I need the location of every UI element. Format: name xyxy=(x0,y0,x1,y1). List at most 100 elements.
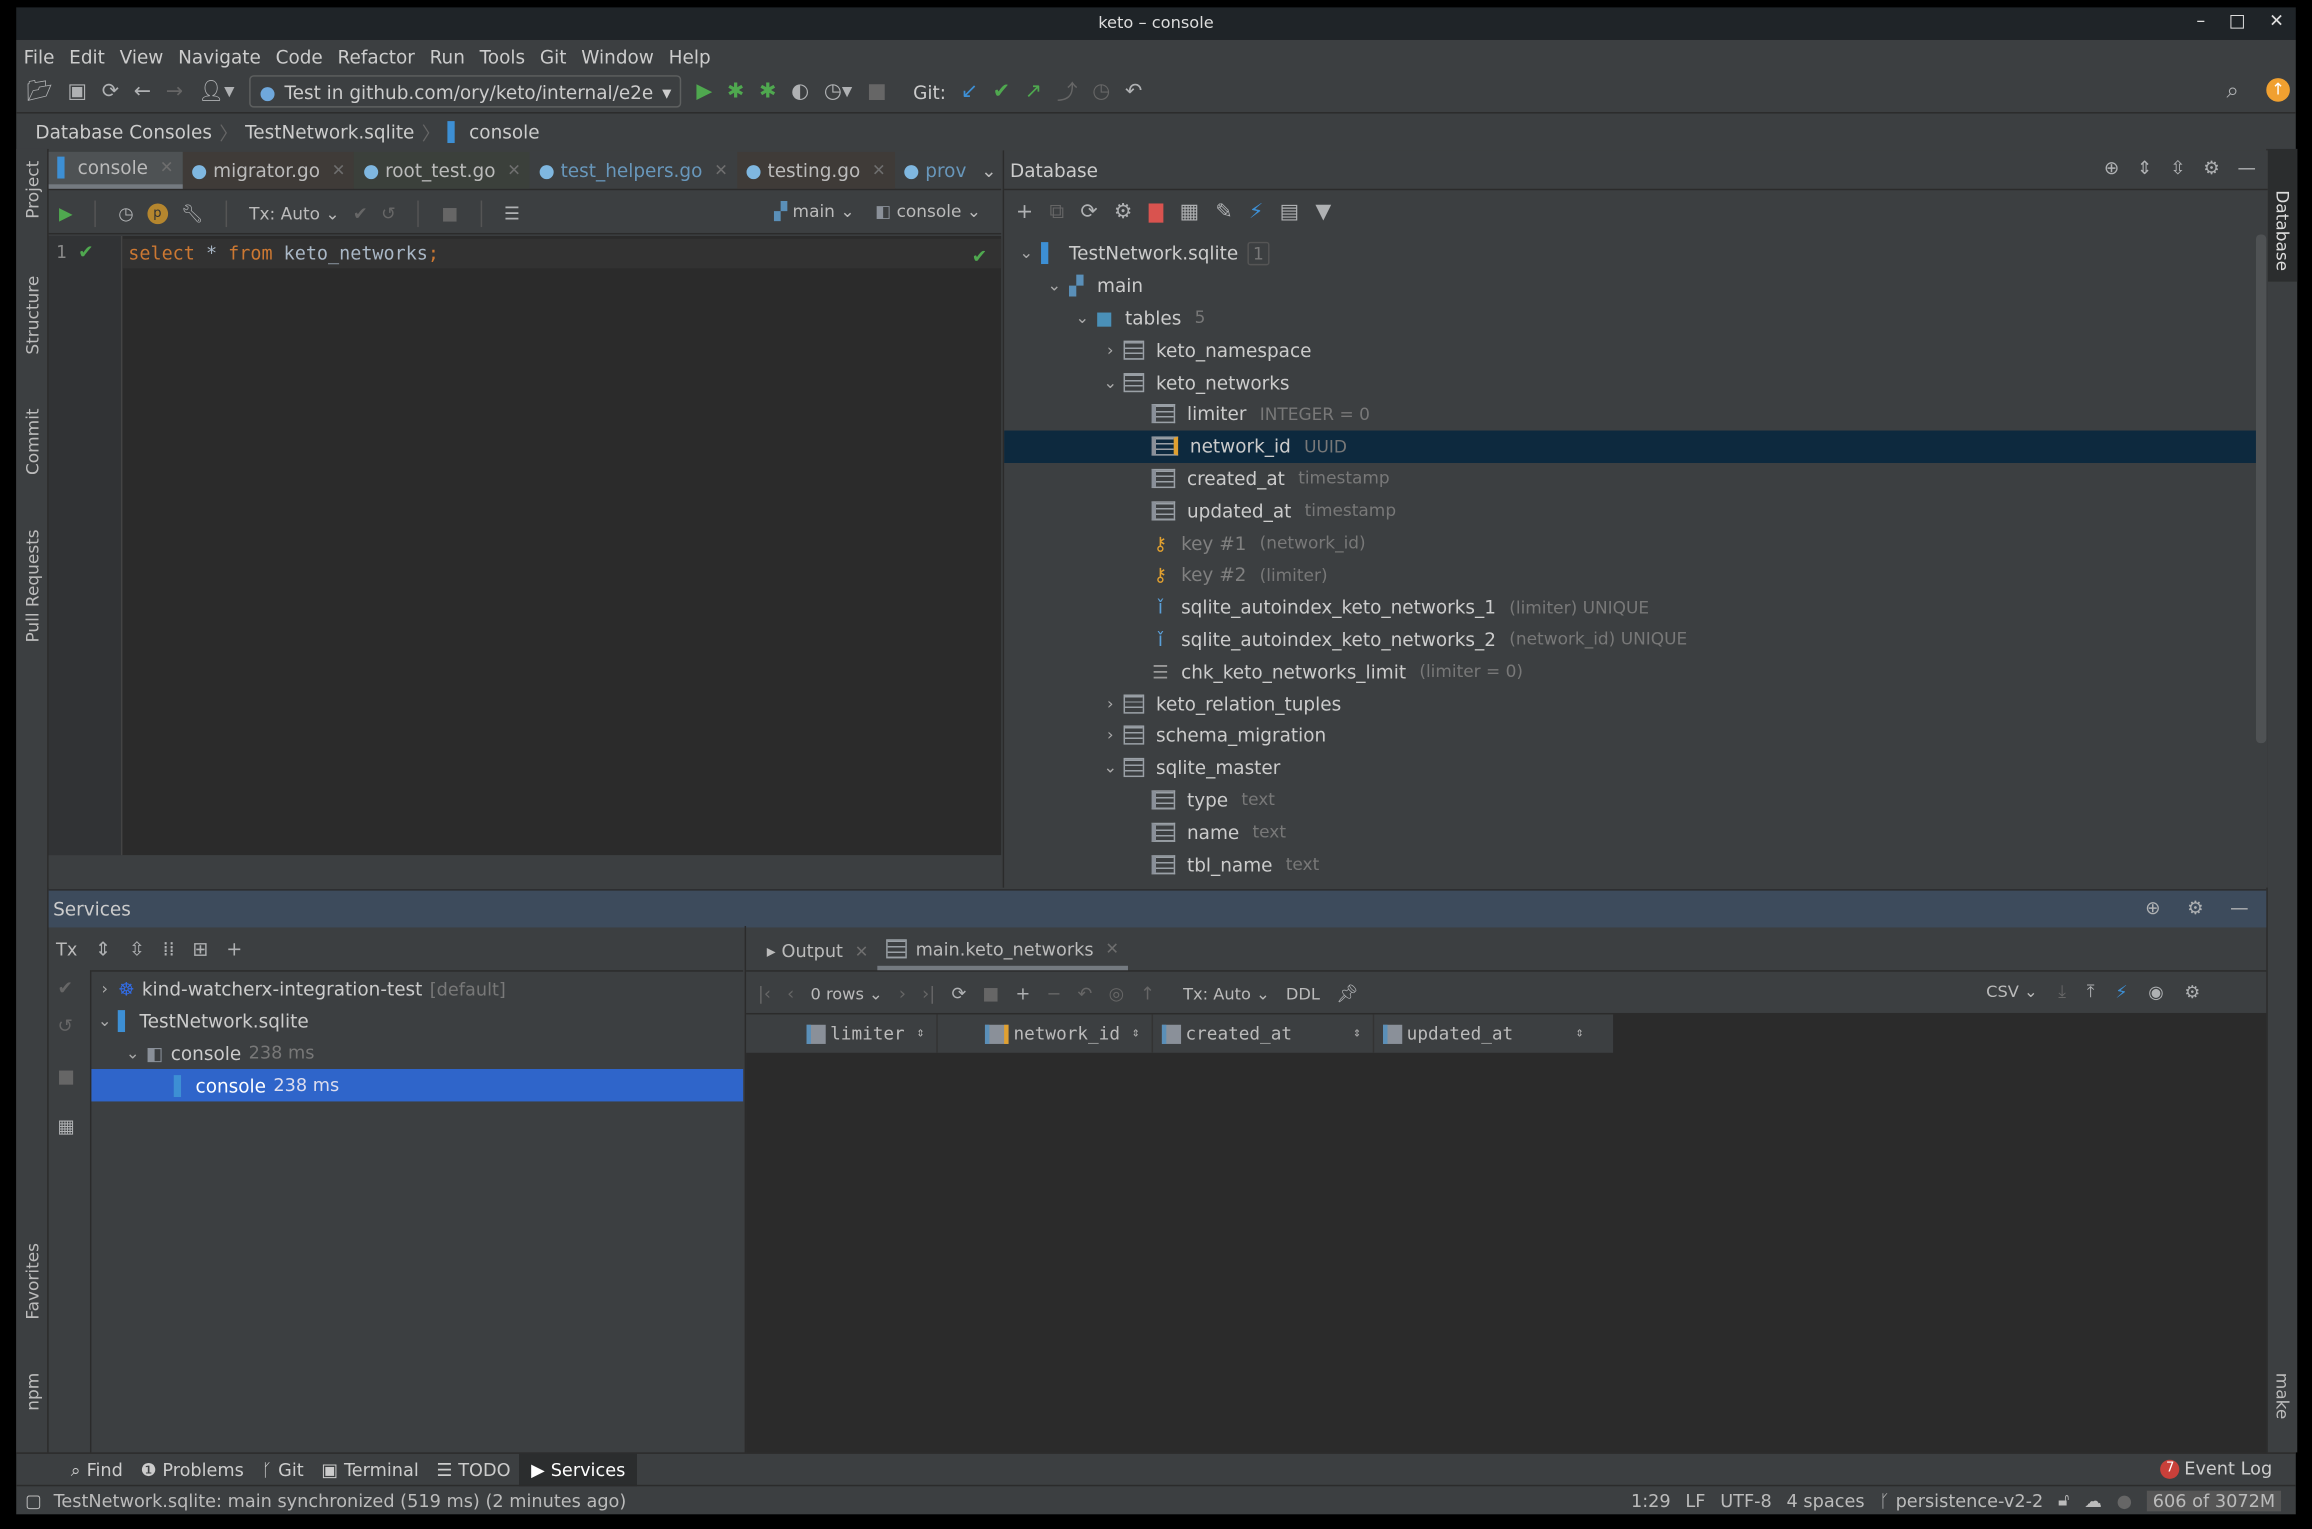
last-page-icon[interactable]: ›| xyxy=(922,983,935,1004)
menu-code[interactable]: Code xyxy=(276,45,323,67)
menu-git[interactable]: Git xyxy=(540,45,567,67)
tool-problems[interactable]: ❶ Problems xyxy=(132,1460,253,1481)
search-icon[interactable]: ⌕ xyxy=(2226,77,2238,104)
chevron-right-icon[interactable]: › xyxy=(1097,694,1124,713)
chevron-down-icon[interactable]: ⌄ xyxy=(1013,244,1040,263)
add-row-icon[interactable]: + xyxy=(1015,983,1030,1004)
chevron-right-icon[interactable]: › xyxy=(1097,340,1124,359)
commit-icon[interactable]: ✔ xyxy=(58,976,73,998)
settings-wrench-icon[interactable]: 🔧︎ xyxy=(181,203,203,224)
maximize-button[interactable]: □ xyxy=(2229,10,2246,31)
service-node[interactable]: ⌄ ◧ console 238 ms xyxy=(91,1037,743,1069)
stripe-npm[interactable]: npm xyxy=(22,1373,43,1411)
tab-main-keto-networks[interactable]: main.keto_networks ✕ xyxy=(877,933,1128,970)
close-tab-icon[interactable]: ✕ xyxy=(855,941,869,960)
stripe-commit[interactable]: Commit xyxy=(22,408,43,475)
line-separator[interactable]: LF xyxy=(1685,1490,1705,1511)
tab-migrator[interactable]: ● migrator.go ✕ xyxy=(182,151,355,188)
next-page-icon[interactable]: › xyxy=(899,983,906,1004)
sql-editor[interactable]: 1 ✔ select * from keto_networks; ✔ xyxy=(48,235,1002,856)
git-pull-request-icon[interactable]: ⤴ xyxy=(1057,77,1078,106)
tab-testing[interactable]: ● testing.go ✕ xyxy=(736,151,895,188)
duplicate-icon[interactable]: ⧉ xyxy=(1049,201,1064,225)
tool-services[interactable]: ▶ Services xyxy=(519,1453,638,1487)
tree-node[interactable]: › keto_relation_tuples xyxy=(1004,687,2256,719)
profile-icon[interactable]: ◷▾ xyxy=(824,80,852,104)
tree-node[interactable]: type text xyxy=(1004,784,2256,816)
chevron-down-icon[interactable]: ⌄ xyxy=(119,1044,146,1063)
event-log[interactable]: 7 Event Log xyxy=(2160,1458,2272,1479)
chevron-right-icon[interactable]: › xyxy=(1097,726,1124,745)
rollback-icon[interactable]: ↶ xyxy=(1125,80,1142,104)
gear-icon[interactable]: ⚙ xyxy=(2203,156,2220,178)
history-icon[interactable]: ◷ xyxy=(1092,80,1110,104)
rollback-icon[interactable]: ↺ xyxy=(381,203,396,224)
breadcrumb-item[interactable]: TestNetwork.sqlite xyxy=(245,120,414,142)
tree-node[interactable]: › schema_migration xyxy=(1004,720,2256,752)
view-icon[interactable]: ◉ xyxy=(2148,981,2163,1002)
debug-icon[interactable]: ✱ xyxy=(727,80,744,104)
tree-node[interactable]: › keto_namespace xyxy=(1004,334,2256,366)
stripe-make[interactable]: make xyxy=(2272,1373,2293,1420)
first-page-icon[interactable]: |‹ xyxy=(758,983,771,1004)
jump-to-icon[interactable]: ⚡ xyxy=(1249,201,1264,225)
indent-setting[interactable]: 4 spaces xyxy=(1787,1490,1865,1511)
session-select[interactable]: ◧ console ⌄ xyxy=(875,201,981,222)
close-button[interactable]: ✕ xyxy=(2269,10,2284,31)
refresh-icon[interactable]: ⟳ xyxy=(951,983,966,1004)
file-encoding[interactable]: UTF-8 xyxy=(1720,1490,1772,1511)
debug-test-icon[interactable]: ✱ xyxy=(759,80,776,104)
chevron-down-icon[interactable]: ⌄ xyxy=(1097,372,1124,391)
menu-file[interactable]: File xyxy=(24,45,55,67)
hide-icon[interactable]: — xyxy=(2238,156,2256,178)
chevron-down-icon[interactable]: ⌄ xyxy=(1069,308,1096,327)
tree-node[interactable]: ⌄ keto_networks xyxy=(1004,366,2256,398)
history-icon[interactable]: ◷ xyxy=(118,203,133,224)
tree-node[interactable]: ☰ chk_keto_networks_limit (limiter = 0) xyxy=(1004,655,2256,687)
locate-icon[interactable]: ⊕ xyxy=(2145,896,2160,918)
tree-node[interactable]: name text xyxy=(1004,816,2256,848)
menu-help[interactable]: Help xyxy=(669,45,711,67)
chevron-right-icon[interactable]: › xyxy=(91,980,118,999)
output-layout-icon[interactable]: ☰ xyxy=(504,203,520,224)
add-service-icon[interactable]: + xyxy=(226,939,242,961)
close-tab-icon[interactable]: ✕ xyxy=(714,160,728,179)
tab-test-helpers[interactable]: ● test_helpers.go ✕ xyxy=(530,151,737,188)
lock-icon[interactable]: 🔓︎ xyxy=(2058,1489,2069,1511)
close-tab-icon[interactable]: ✕ xyxy=(160,158,174,177)
schema-select[interactable]: ▞ main ⌄ xyxy=(774,201,854,222)
tab-output[interactable]: ▸ Output ✕ xyxy=(758,933,877,970)
column-header-limiter[interactable]: limiter ⇕ xyxy=(746,1014,938,1053)
stripe-database[interactable]: Database xyxy=(2272,190,2293,271)
locate-icon[interactable]: ⊕ xyxy=(2104,156,2119,178)
tabs-overflow-icon[interactable]: ⌄ xyxy=(981,159,996,181)
expand-all-icon[interactable]: ⇕ xyxy=(95,939,111,961)
stop-icon[interactable]: ■ xyxy=(867,80,887,104)
menu-edit[interactable]: Edit xyxy=(69,45,105,67)
tree-node[interactable]: ǐ sqlite_autoindex_keto_networks_1 (limite… xyxy=(1004,591,2256,623)
stripe-structure[interactable]: Structure xyxy=(22,276,43,355)
tab-prov[interactable]: ● prov xyxy=(894,151,975,188)
new-tab-icon[interactable]: ⊞ xyxy=(192,939,208,961)
breadcrumb-item[interactable]: Database Consoles xyxy=(35,120,212,142)
previous-page-icon[interactable]: ‹ xyxy=(787,983,794,1004)
menu-run[interactable]: Run xyxy=(430,45,465,67)
scrollbar[interactable] xyxy=(2255,234,2267,744)
cloud-icon[interactable]: ☁ xyxy=(2084,1490,2102,1511)
download-icon[interactable]: ⤓ xyxy=(2058,981,2066,1003)
tx-mode-select[interactable]: Tx: Auto ⌄ xyxy=(1183,984,1270,1003)
save-icon[interactable]: ▣ xyxy=(68,80,88,104)
menu-window[interactable]: Window xyxy=(581,45,654,67)
close-tab-icon[interactable]: ✕ xyxy=(872,160,886,179)
memory-indicator[interactable]: 606 of 3072M xyxy=(2146,1489,2282,1511)
compare-icon[interactable]: ⚡ xyxy=(2115,981,2127,1002)
menu-tools[interactable]: Tools xyxy=(480,45,525,67)
pin-icon[interactable]: 📌︎ xyxy=(1336,983,1358,1004)
edit-icon[interactable]: ✎ xyxy=(1215,201,1232,225)
chevron-down-icon[interactable]: ⌄ xyxy=(91,1012,118,1031)
git-branch[interactable]: ᚴ persistence-v2-2 xyxy=(1879,1490,2043,1511)
coverage-icon[interactable]: ◐ xyxy=(791,80,809,104)
upload-icon[interactable]: ⤒ xyxy=(2087,981,2095,1003)
stop-icon[interactable]: ■ xyxy=(982,983,999,1004)
tool-terminal[interactable]: ▣ Terminal xyxy=(313,1460,428,1481)
